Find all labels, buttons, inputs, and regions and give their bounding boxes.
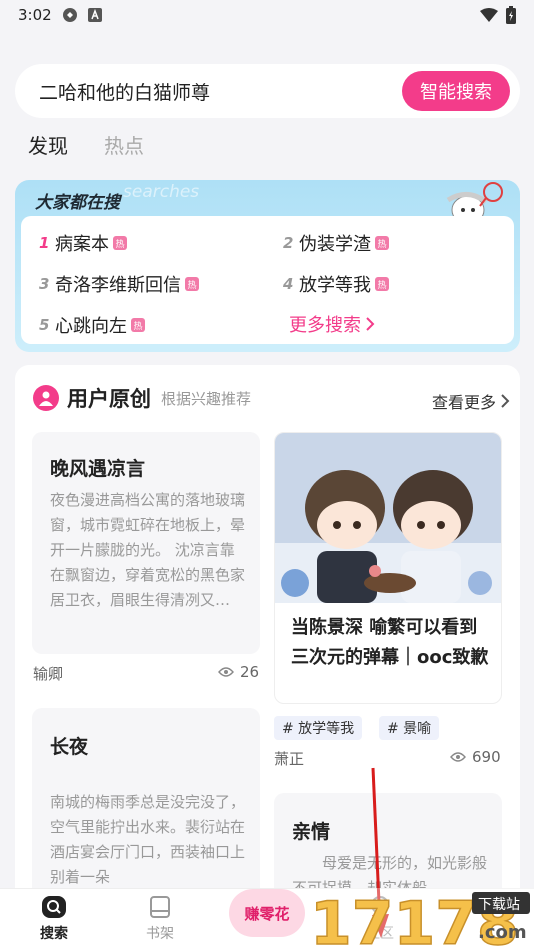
- post-excerpt: 南城的梅雨季总是没完没了，空气里能拧出水来。裴衍站在酒店宴会厅门口，西装袖口上别…: [50, 793, 246, 886]
- wifi-icon: [480, 8, 498, 22]
- post-author[interactable]: 输卿: [33, 663, 63, 684]
- hot-item-text: 奇洛李维斯回信: [55, 275, 181, 296]
- chevron-right-icon: [366, 317, 375, 331]
- nav-community-label: 社区: [366, 926, 394, 942]
- user-icon: [33, 385, 59, 411]
- views-count: 26: [240, 663, 260, 681]
- view-more-link[interactable]: 查看更多: [432, 389, 510, 413]
- section-header: 用户原创 根据兴趣推荐: [33, 383, 251, 413]
- hot-rank: 1: [39, 234, 50, 252]
- post-card[interactable]: 晚风遇凉言 夜色漫进高档公寓的落地玻璃窗，城市霓虹碎在地板上，晕开一片朦胧的光。…: [32, 432, 260, 654]
- post-title: 当陈景深 喻繁可以看到三次元的弹幕｜ooc致歉: [291, 617, 489, 668]
- post-views: 26: [218, 663, 259, 681]
- user-original-section: 用户原创 根据兴趣推荐 查看更多 晚风遇凉言 夜色漫进高档公寓的落地玻璃窗，城市…: [15, 365, 520, 950]
- search-nav-icon: [42, 896, 66, 918]
- hot-item-text: 病案本: [55, 234, 109, 255]
- more-search-link[interactable]: 更多搜索: [289, 311, 375, 337]
- search-bar[interactable]: 二哈和他的白猫师尊 智能搜索: [15, 64, 520, 118]
- hot-list: 1 病案本 热 2 伪装学渣 热 3 奇洛李维斯回信 热 4 放学等我 热 5 …: [21, 216, 514, 344]
- hot-item-text: 伪装学渣: [299, 234, 371, 255]
- post-views: 690: [450, 748, 501, 766]
- status-time: 3:02: [18, 6, 52, 24]
- more-search-label: 更多搜索: [289, 315, 361, 336]
- tab-hot[interactable]: 热点: [104, 130, 144, 159]
- hot-item[interactable]: 2 伪装学渣 热: [283, 230, 389, 256]
- community-icon: [371, 896, 389, 914]
- nav-earn-label: 赚零花: [244, 904, 290, 923]
- post-title: 晚风遇凉言: [50, 458, 146, 480]
- chevron-right-icon: [501, 394, 510, 408]
- hot-search-card: searches 大家都在搜 1 病案本 热 2 伪装学渣 热 3 奇洛李维斯回…: [15, 180, 520, 352]
- post-tag[interactable]: # 放学等我: [274, 716, 363, 740]
- image-post-card[interactable]: 当陈景深 喻繁可以看到三次元的弹幕｜ooc致歉: [274, 432, 502, 704]
- bookshelf-icon: [150, 896, 170, 918]
- nav-search[interactable]: 搜索: [14, 895, 94, 943]
- hot-item[interactable]: 1 病案本 热: [39, 230, 127, 256]
- hot-item-text: 放学等我: [299, 275, 371, 296]
- nav-shelf[interactable]: 书架: [120, 895, 200, 943]
- hot-badge: 热: [375, 236, 389, 250]
- post-title: 长夜: [50, 736, 89, 758]
- post-excerpt: 夜色漫进高档公寓的落地玻璃窗，城市霓虹碎在地板上，晕开一片朦胧的光。 沈凉言靠在…: [50, 491, 246, 609]
- nav-community[interactable]: 社区: [340, 895, 420, 943]
- post-title: 亲情: [292, 821, 331, 843]
- bottom-nav: 搜索 书架 赚零花 社区: [0, 888, 534, 950]
- hot-watermark: searches: [123, 182, 200, 202]
- view-more-label: 查看更多: [431, 393, 496, 412]
- nav-shelf-label: 书架: [146, 926, 174, 942]
- post-tag[interactable]: # 景喻: [379, 716, 440, 740]
- sync-icon: [62, 8, 77, 22]
- hot-badge: 热: [185, 277, 199, 291]
- hot-item[interactable]: 4 放学等我 热: [283, 271, 389, 297]
- hot-rank: 4: [283, 275, 294, 293]
- hot-title: 大家都在搜: [35, 193, 120, 213]
- smart-search-button[interactable]: 智能搜索: [402, 71, 510, 111]
- section-title: 用户原创: [67, 387, 151, 411]
- views-count: 690: [472, 748, 501, 766]
- hot-item-text: 心跳向左: [55, 316, 127, 337]
- hot-rank: 3: [39, 275, 50, 293]
- nav-search-label: 搜索: [40, 926, 68, 942]
- post-cover-illustration: [275, 433, 501, 603]
- section-subtitle: 根据兴趣推荐: [161, 389, 252, 408]
- hot-item[interactable]: 5 心跳向左 热: [39, 312, 145, 338]
- app-a-icon: [87, 8, 102, 22]
- nav-earn-button[interactable]: 赚零花: [229, 889, 305, 937]
- tab-discover[interactable]: 发现: [28, 130, 68, 159]
- hot-badge: 热: [375, 277, 389, 291]
- eye-icon: [450, 752, 466, 762]
- hot-badge: 热: [113, 236, 127, 250]
- battery-icon: [506, 6, 516, 24]
- search-query[interactable]: 二哈和他的白猫师尊: [39, 78, 210, 105]
- post-card[interactable]: 长夜 南城的梅雨季总是没完没了，空气里能拧出水来。裴衍站在酒店宴会厅门口，西装袖…: [32, 708, 260, 908]
- hot-rank: 2: [283, 234, 294, 252]
- hot-rank: 5: [39, 316, 50, 334]
- post-author[interactable]: 萧正: [274, 748, 304, 769]
- hot-badge: 热: [131, 318, 145, 332]
- hot-item[interactable]: 3 奇洛李维斯回信 热: [39, 271, 199, 297]
- eye-icon: [218, 667, 234, 677]
- top-tabs: 发现 热点: [28, 130, 144, 159]
- status-bar: 3:02: [0, 0, 534, 30]
